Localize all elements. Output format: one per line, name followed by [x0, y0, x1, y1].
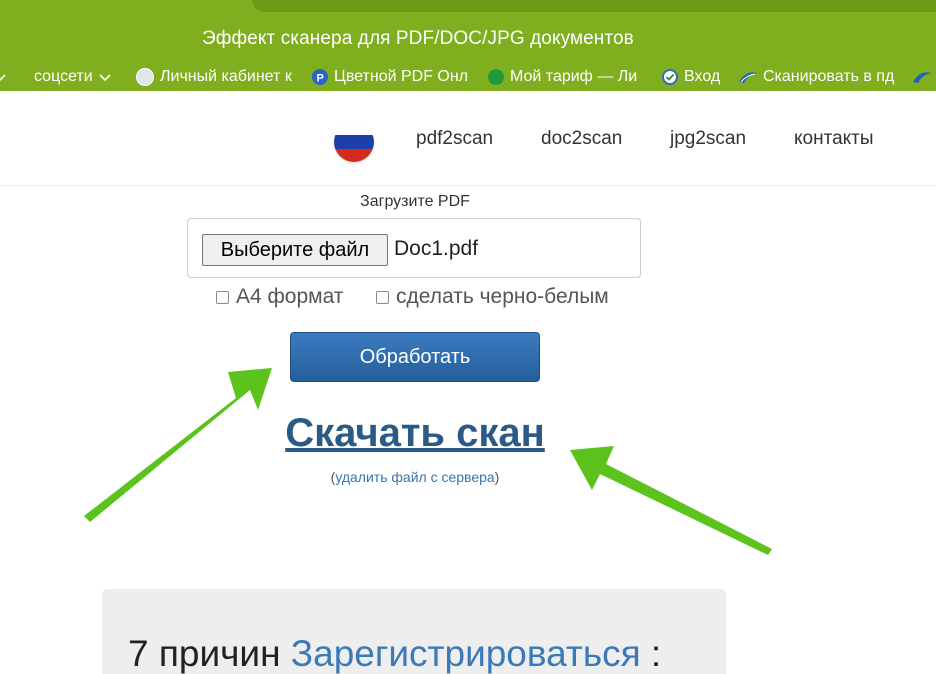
site-header: pdf2scan doc2scan jpg2scan контакты: [0, 91, 936, 186]
reasons-suffix: :: [640, 633, 662, 674]
page: Эффект сканера для PDF/DOC/JPG документо…: [0, 0, 936, 674]
black-white-label: сделать черно-белым: [396, 285, 609, 308]
bookmark-label: Сканировать в пд: [763, 68, 895, 85]
chevron-down-icon: [0, 74, 6, 82]
delete-paren-close: ): [494, 469, 500, 485]
upload-label: Загрузите PDF: [360, 193, 470, 210]
globe-icon: [136, 68, 154, 86]
bookmark-label: Вход: [684, 68, 721, 85]
nav-doc2scan[interactable]: doc2scan: [541, 128, 622, 150]
nav-contacts[interactable]: контакты: [794, 128, 874, 150]
file-input[interactable]: Выберите файл Doc1.pdf: [187, 218, 641, 278]
delete-file-line: (удалить файл с сервера): [0, 469, 830, 485]
bookmark-label: Цветной PDF Онл: [334, 68, 468, 85]
register-link[interactable]: Зарегистрироваться: [291, 633, 641, 674]
bookmark-label: Мой тариф — Ли: [510, 68, 638, 85]
bookmark-login[interactable]: Вход: [662, 66, 720, 88]
delete-file-link[interactable]: удалить файл с сервера: [335, 469, 494, 485]
download-scan-link[interactable]: Скачать скан: [0, 411, 830, 456]
choose-file-button[interactable]: Выберите файл: [202, 234, 388, 266]
bookmark-label: Личный кабинет к: [160, 68, 292, 85]
a4-format-option[interactable]: А4 формат: [216, 285, 343, 309]
p-badge-icon: P: [312, 69, 328, 85]
reasons-panel: 7 причин Зарегистрироваться :: [102, 589, 726, 674]
check-circle-icon: [662, 69, 678, 85]
bookmark-overflow[interactable]: [0, 66, 6, 88]
nav-pdf2scan[interactable]: pdf2scan: [416, 128, 493, 150]
swoosh-icon: [913, 72, 931, 83]
bookmarks-bar: соцсети Личный кабинет к P Цветной PDF О…: [0, 62, 936, 90]
bookmark-personal-account[interactable]: Личный кабинет к: [136, 66, 292, 88]
chevron-down-icon: [99, 74, 111, 82]
tab-strip: [252, 0, 936, 12]
arrow-to-download-icon: [570, 446, 772, 555]
a4-format-label: А4 формат: [236, 285, 344, 308]
black-white-option[interactable]: сделать черно-белым: [376, 285, 609, 309]
bookmark-label: соцсети: [34, 68, 93, 85]
selected-file-name: Doc1.pdf: [394, 237, 479, 260]
nav-jpg2scan[interactable]: jpg2scan: [670, 128, 746, 150]
russia-flag-icon[interactable]: [334, 122, 374, 162]
browser-chrome: Эффект сканера для PDF/DOC/JPG документо…: [0, 0, 936, 91]
svg-text:P: P: [317, 73, 324, 85]
bookmark-my-tariff[interactable]: Мой тариф — Ли: [488, 66, 644, 88]
reasons-title: 7 причин Зарегистрироваться :: [128, 633, 661, 674]
window-title: Эффект сканера для PDF/DOC/JPG документо…: [202, 28, 634, 49]
swoosh-icon: [739, 72, 757, 83]
a4-format-checkbox[interactable]: [216, 290, 229, 304]
leaf-icon: [488, 69, 504, 85]
black-white-checkbox[interactable]: [376, 290, 389, 304]
process-button[interactable]: Обработать: [290, 332, 540, 382]
bookmark-color-pdf[interactable]: P Цветной PDF Онл: [312, 66, 468, 88]
bookmark-more[interactable]: [912, 66, 932, 88]
bookmark-socials[interactable]: соцсети: [34, 66, 111, 88]
bookmark-scan-to-pdf[interactable]: Сканировать в пд: [738, 66, 898, 88]
reasons-prefix: 7 причин: [128, 633, 291, 674]
